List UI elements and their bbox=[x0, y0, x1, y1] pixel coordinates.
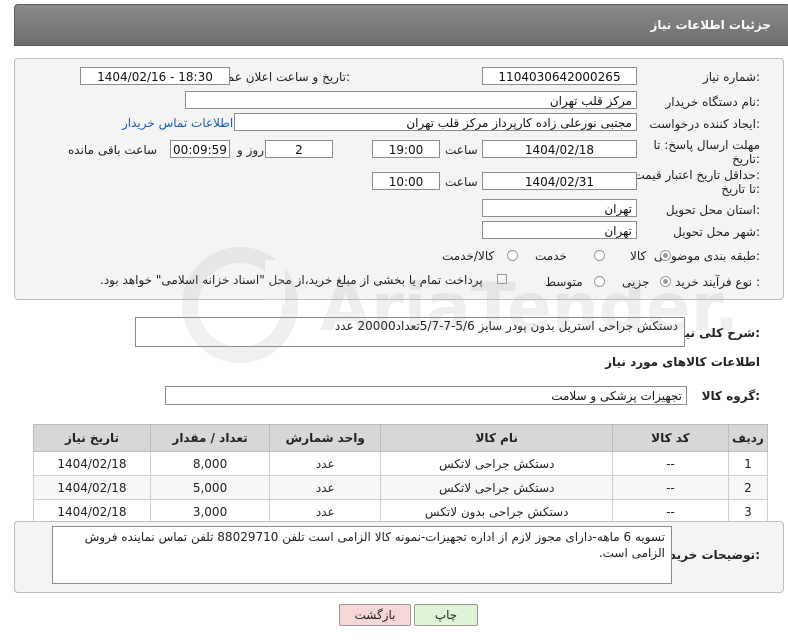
creator-label: ایجاد کننده درخواست: bbox=[649, 117, 760, 131]
province-field: تهران bbox=[482, 199, 637, 217]
payment-note: پرداخت تمام یا بخشی از مبلغ خرید،از محل … bbox=[100, 273, 483, 287]
category-option-service: خدمت bbox=[535, 249, 567, 263]
price-time-field: 10:00 bbox=[372, 172, 440, 190]
deadline-date-field: 1404/02/18 bbox=[482, 140, 637, 158]
announce-field: 1404/02/16 - 18:30 bbox=[80, 67, 230, 85]
deadline-time-label: ساعت bbox=[445, 143, 478, 157]
description-text: دستکش جراحی استریل بدون پودر سایز 5/6-7-… bbox=[334, 319, 678, 333]
deadline-label: مهلت ارسال پاسخ: تا bbox=[653, 138, 760, 152]
category-radio-goods[interactable] bbox=[660, 250, 671, 261]
remaining-label: ساعت باقی مانده bbox=[68, 143, 158, 157]
city-label: شهر محل تحویل: bbox=[673, 225, 760, 239]
table-row: 3 -- دستکش جراحی بدون لاتکس عدد 3,000 14… bbox=[33, 499, 769, 524]
remaining-time-field: 00:09:59 bbox=[170, 140, 230, 158]
print-button[interactable]: چاپ bbox=[414, 604, 478, 626]
cell-code: -- bbox=[612, 499, 729, 524]
table-row: 2 -- دستکش جراحی لاتکس عدد 5,000 1404/02… bbox=[33, 475, 769, 500]
cell-date: 1404/02/18 bbox=[33, 499, 151, 524]
process-radio-minor[interactable] bbox=[660, 276, 671, 287]
need-number-field: 1104030642000265 bbox=[482, 67, 637, 85]
goods-table-header: ردیف کد کالا نام کالا واحد شمارش تعداد /… bbox=[33, 424, 769, 452]
cell-row: 2 bbox=[727, 475, 769, 500]
days-label: روز و bbox=[237, 143, 264, 157]
process-label: نوع فرآیند خرید : bbox=[675, 275, 760, 289]
cell-unit: عدد bbox=[269, 499, 382, 524]
province-label: استان محل تحویل: bbox=[665, 203, 760, 217]
process-option-medium: متوسط bbox=[545, 275, 583, 289]
page-header: جزئیات اطلاعات نیاز bbox=[14, 4, 788, 46]
goods-group-field: تجهیزات پزشکی و سلامت bbox=[165, 386, 687, 405]
price-validity-label-date: تا تاریخ: bbox=[721, 182, 760, 196]
table-row: 1 -- دستکش جراحی لاتکس عدد 8,000 1404/02… bbox=[33, 451, 769, 476]
cell-code: -- bbox=[612, 475, 729, 500]
col-unit: واحد شمارش bbox=[269, 424, 382, 452]
col-date: تاریخ نیاز bbox=[33, 424, 151, 452]
col-quantity: تعداد / مقدار bbox=[149, 424, 271, 452]
cell-name: دستکش جراحی لاتکس bbox=[380, 475, 613, 500]
cell-code: -- bbox=[612, 451, 729, 476]
cell-quantity: 8,000 bbox=[149, 451, 271, 476]
need-number-label: شماره نیاز: bbox=[702, 70, 760, 84]
cell-quantity: 5,000 bbox=[149, 475, 271, 500]
days-field: 2 bbox=[265, 140, 333, 158]
deadline-time-field: 19:00 bbox=[372, 140, 440, 158]
process-option-minor: جزیی bbox=[622, 275, 650, 289]
cell-date: 1404/02/18 bbox=[33, 451, 151, 476]
description-label: شرح کلی نیاز: bbox=[674, 326, 760, 340]
cell-unit: عدد bbox=[269, 475, 382, 500]
col-code: کد کالا bbox=[612, 424, 729, 452]
buyer-field: مرکز قلب تهران bbox=[185, 91, 637, 109]
price-time-label: ساعت bbox=[445, 175, 478, 189]
category-radio-both[interactable] bbox=[507, 250, 518, 261]
cell-name: دستکش جراحی لاتکس bbox=[380, 451, 613, 476]
cell-name: دستکش جراحی بدون لاتکس bbox=[380, 499, 613, 524]
goods-section-title: اطلاعات کالاهای مورد نیاز bbox=[605, 355, 760, 369]
description-field: دستکش جراحی استریل بدون پودر سایز 5/6-7-… bbox=[135, 317, 685, 347]
city-field: تهران bbox=[482, 221, 637, 239]
col-row: ردیف bbox=[727, 424, 769, 452]
buyer-label: نام دستگاه خریدار: bbox=[665, 95, 761, 109]
page-title: جزئیات اطلاعات نیاز bbox=[650, 18, 771, 32]
col-name: نام کالا bbox=[380, 424, 613, 452]
back-button[interactable]: بازگشت bbox=[339, 604, 411, 626]
price-validity-label: حداقل تاریخ اعتبار قیمت: bbox=[633, 168, 760, 182]
cell-row: 3 bbox=[727, 499, 769, 524]
creator-field: مجتبی نورعلی زاده کارپرداز مرکز قلب تهرا… bbox=[234, 113, 637, 131]
category-option-both: کالا/خدمت bbox=[442, 249, 495, 263]
cell-unit: عدد bbox=[269, 451, 382, 476]
price-date-field: 1404/02/31 bbox=[482, 172, 637, 190]
payment-checkbox[interactable] bbox=[497, 274, 507, 284]
cell-row: 1 bbox=[727, 451, 769, 476]
buyer-notes-label: توضیحات خریدار: bbox=[658, 548, 760, 562]
cell-date: 1404/02/18 bbox=[33, 475, 151, 500]
deadline-label-date: تاریخ: bbox=[732, 152, 760, 166]
goods-table: ردیف کد کالا نام کالا واحد شمارش تعداد /… bbox=[33, 424, 769, 524]
category-radio-service[interactable] bbox=[594, 250, 605, 261]
buyer-notes-text: تسویه 6 ماهه-دارای مجوز لازم از اداره تج… bbox=[84, 530, 665, 560]
goods-group-label: گروه کالا: bbox=[701, 389, 760, 403]
buyer-notes-field: تسویه 6 ماهه-دارای مجوز لازم از اداره تج… bbox=[52, 526, 672, 584]
category-option-goods: کالا bbox=[630, 249, 647, 263]
process-radio-medium[interactable] bbox=[594, 276, 605, 287]
contact-info-link[interactable]: اطلاعات تماس خریدار bbox=[122, 116, 233, 130]
cell-quantity: 3,000 bbox=[149, 499, 271, 524]
